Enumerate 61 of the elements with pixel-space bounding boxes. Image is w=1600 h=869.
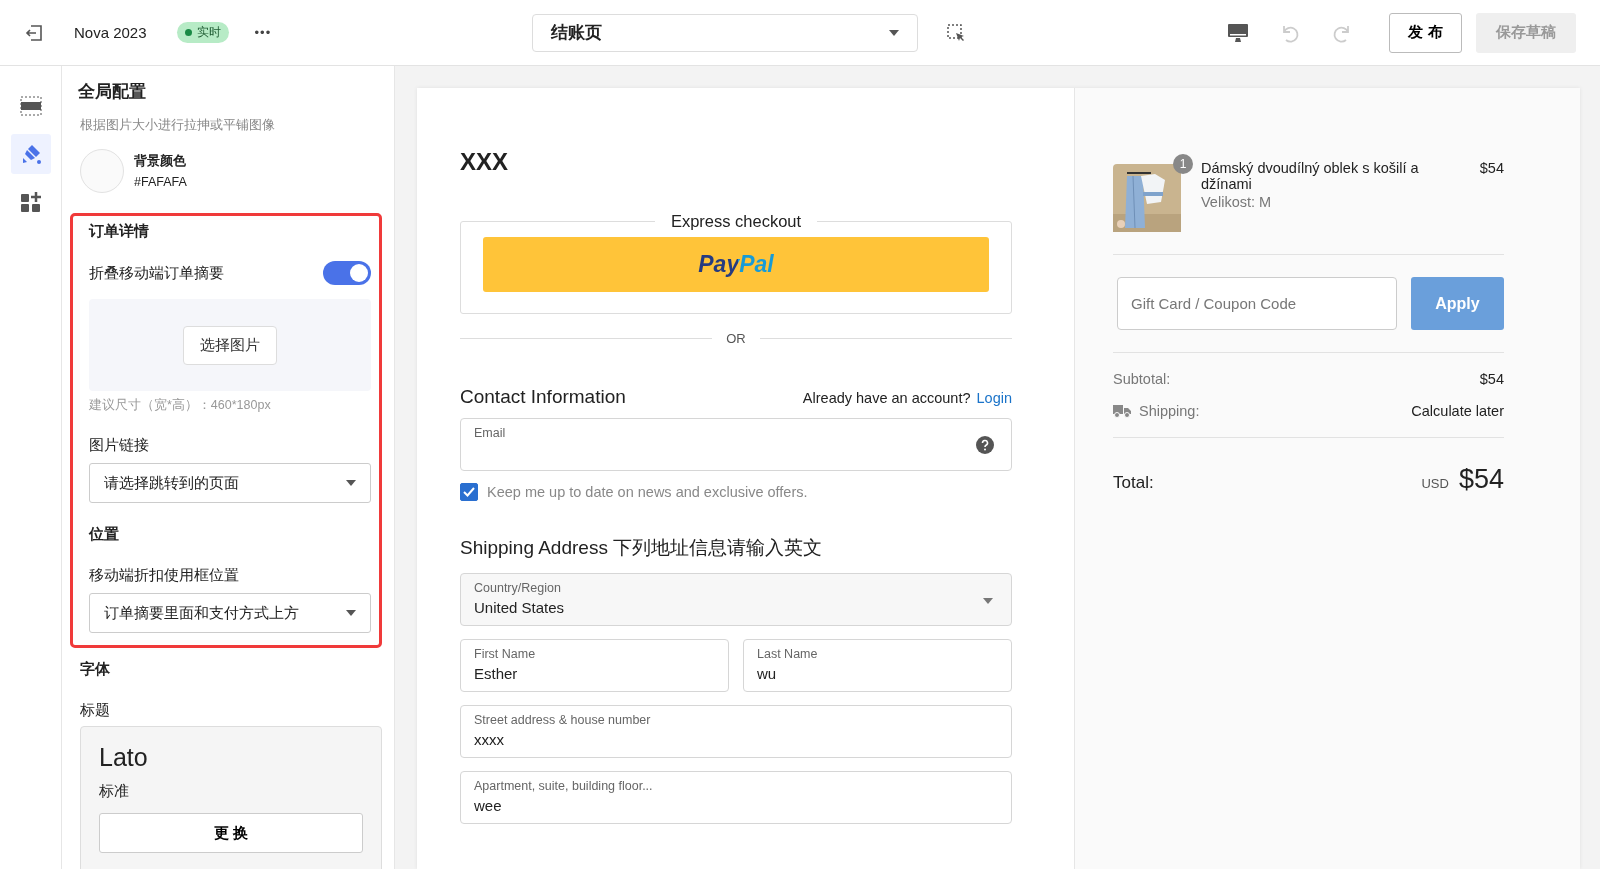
country-select[interactable]: Country/Region United States — [460, 573, 1012, 626]
quantity-badge: 1 — [1173, 154, 1193, 174]
position-select[interactable]: 订单摘要里面和支付方式上方 — [89, 593, 371, 633]
section-title: 订单详情 — [89, 222, 150, 241]
shipping-value: Calculate later — [1411, 403, 1504, 419]
change-font-button[interactable]: 更 换 — [99, 813, 363, 853]
desktop-icon[interactable] — [1227, 22, 1249, 43]
subtotal-label: Subtotal: — [1113, 371, 1171, 387]
express-title: Express checkout — [669, 212, 803, 231]
publish-button[interactable]: 发 布 — [1389, 12, 1462, 53]
more-button[interactable]: ••• — [254, 25, 272, 40]
theme-tab[interactable] — [10, 134, 51, 174]
choose-image-button[interactable]: 选择图片 — [183, 325, 277, 365]
panel-title: 全局配置 — [78, 81, 147, 103]
section-title: 位置 — [89, 525, 120, 544]
or-divider: OR — [726, 331, 746, 346]
layout-icon — [19, 96, 42, 116]
project-name: Nova 2023 — [74, 24, 147, 41]
toggle-switch[interactable] — [323, 261, 371, 285]
apps-icon — [19, 191, 42, 213]
product-price: $54 — [1479, 160, 1504, 176]
field-label: 图片链接 — [89, 436, 150, 455]
field-label: 标题 — [80, 701, 111, 720]
font-weight: 标准 — [99, 782, 130, 801]
font-name: Lato — [99, 743, 149, 772]
field-label: 移动端折扣使用框位置 — [89, 566, 240, 585]
panel-subtitle: 根据图片大小进行拉抻或平铺图像 — [80, 117, 276, 134]
coupon-field[interactable]: Gift Card / Coupon Code — [1117, 277, 1397, 330]
page-select[interactable]: 结账页 — [532, 13, 919, 52]
store-name: XXX — [460, 148, 510, 176]
product-variant: Velikost: M — [1201, 194, 1273, 210]
email-field[interactable]: Email — [460, 418, 1012, 471]
color-value: #FAFAFA — [134, 175, 187, 189]
newsletter-label: Keep me up to date on news and exclusive offers. — [487, 484, 808, 500]
text-field[interactable]: Last Name wu — [743, 639, 1012, 692]
subtotal-value: $54 — [1479, 371, 1504, 387]
status-badge: 实时 — [176, 22, 229, 43]
select-cursor-icon[interactable] — [946, 22, 967, 43]
section-heading: Contact Information — [460, 386, 626, 408]
section-title: 字体 — [80, 660, 111, 679]
product-name: Dámský dvoudílný oblek s košilí a džínami — [1201, 160, 1420, 192]
newsletter-checkbox[interactable] — [460, 483, 478, 501]
account-prompt: Already have an account? — [802, 390, 971, 406]
paypal-button[interactable]: PayPal — [483, 237, 989, 292]
text-field[interactable]: First Name Esther — [460, 639, 729, 692]
toggle-label: 折叠移动端订单摘要 — [89, 263, 224, 283]
color-swatch[interactable] — [80, 149, 124, 193]
color-label: 背景颜色 — [134, 153, 187, 170]
total-label: Total: — [1113, 473, 1154, 493]
help-icon[interactable] — [976, 436, 994, 454]
currency-code: USD — [1421, 476, 1449, 491]
exit-icon[interactable] — [24, 22, 44, 43]
login-link[interactable]: Login — [976, 390, 1012, 406]
section-heading: Shipping Address 下列地址信息请输入英文 — [460, 536, 824, 560]
link-select[interactable]: 请选择跳转到的页面 — [89, 463, 371, 503]
total-value: $54 — [1458, 464, 1504, 495]
shipping-label: Shipping: — [1139, 403, 1200, 419]
text-field[interactable]: Apartment, suite, building floor... wee — [460, 771, 1012, 824]
truck-icon — [1113, 404, 1131, 418]
size-hint: 建议尺寸（宽*高）：460*180px — [89, 397, 272, 414]
text-field[interactable]: Street address & house number xxxx — [460, 705, 1012, 758]
